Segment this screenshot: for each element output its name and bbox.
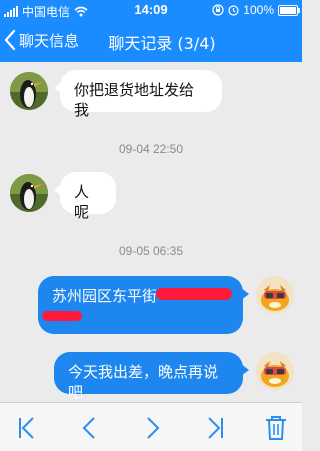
next-page-button[interactable] (140, 415, 164, 441)
delete-icon (266, 416, 286, 440)
pagination-toolbar (0, 402, 302, 451)
status-bar: 中国电信 14:09 100% (0, 0, 302, 20)
penguin-avatar-icon (10, 174, 48, 212)
previous-page-icon (82, 417, 95, 439)
nav-bar: 聊天信息 聊天记录 (3/4) (0, 20, 302, 62)
message-bubble-incoming[interactable]: 人呢 (54, 172, 116, 221)
garfield-avatar-icon (256, 352, 294, 390)
message-text: 苏州园区东平街 (52, 287, 158, 305)
redaction-mark (156, 288, 232, 300)
last-page-icon (208, 417, 223, 439)
contact-avatar[interactable] (10, 72, 48, 110)
orientation-lock-icon (212, 4, 224, 16)
delete-button[interactable] (264, 415, 288, 441)
penguin-avatar-icon (10, 72, 48, 110)
message-text: 人呢 (74, 183, 90, 221)
status-right: 100% (212, 3, 300, 17)
previous-page-button[interactable] (78, 415, 102, 441)
first-page-button[interactable] (16, 415, 40, 441)
alarm-icon (228, 4, 239, 16)
user-avatar[interactable] (256, 352, 294, 390)
last-page-button[interactable] (202, 415, 226, 441)
page-title: 聊天记录 (3/4) (108, 34, 216, 53)
chat-history[interactable]: 你把退货地址发给我 09-04 22:50 人呢 09-05 06:35 苏州园… (0, 62, 302, 402)
first-page-icon (19, 417, 34, 439)
message-bubble-outgoing[interactable]: 今天我出差，晚点再说吧 (54, 352, 249, 401)
user-avatar[interactable] (256, 276, 294, 314)
message-text: 你把退货地址发给我 (74, 81, 195, 119)
message-timestamp: 09-04 22:50 (118, 142, 184, 156)
battery-icon (278, 4, 300, 16)
message-text: 今天我出差，晚点再说吧 (68, 363, 219, 401)
next-page-icon (147, 417, 160, 439)
contact-avatar[interactable] (10, 174, 48, 212)
battery-fill (280, 6, 296, 14)
battery-percent: 100% (243, 3, 274, 17)
garfield-avatar-icon (256, 276, 294, 314)
message-timestamp: 09-05 06:35 (118, 244, 184, 258)
redaction-mark (42, 311, 82, 321)
message-bubble-outgoing[interactable]: 苏州园区东平街 (38, 276, 249, 334)
message-bubble-incoming[interactable]: 你把退货地址发给我 (54, 70, 222, 119)
